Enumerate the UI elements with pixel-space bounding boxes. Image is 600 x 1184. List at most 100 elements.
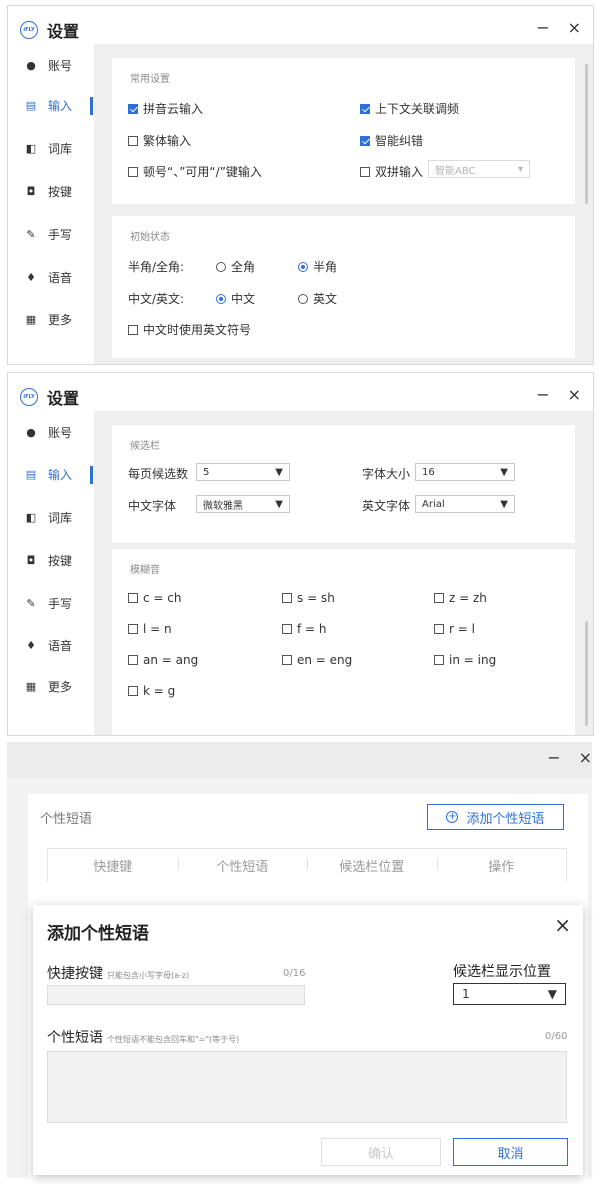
fuzzy-option-checkbox[interactable]: an = ang	[128, 653, 198, 667]
fuzzy-option-checkbox[interactable]: z = zh	[434, 591, 487, 605]
sidebar-item-handwriting[interactable]: ✎ 手写	[24, 595, 72, 612]
cancel-button[interactable]: 取消	[453, 1138, 568, 1166]
checkbox-icon	[434, 624, 444, 634]
select-value: Arial	[422, 498, 445, 510]
person-icon: ●	[26, 59, 36, 72]
font-size-select[interactable]: 16 ▼	[415, 463, 515, 481]
shortcut-input[interactable]	[47, 985, 305, 1005]
sidebar-item-input[interactable]: ▤ 输入	[24, 466, 72, 483]
sidebar-item-more[interactable]: ▦ 更多	[24, 678, 72, 695]
radio-label: 半角	[313, 260, 338, 274]
active-indicator	[90, 466, 93, 484]
cn-font-select[interactable]: 微软雅黑 ▼	[196, 495, 290, 513]
select-value: 智能ABC	[435, 165, 476, 177]
checkbox-icon	[360, 166, 370, 177]
sidebar-item-label: 词库	[48, 142, 73, 156]
sidebar-item-voice[interactable]: ♦ 语音	[24, 637, 72, 654]
minimize-button[interactable]: −	[536, 18, 549, 37]
scrollbar[interactable]	[585, 64, 588, 204]
section-title: 常用设置	[130, 74, 170, 85]
full-width-radio[interactable]: 全角	[216, 258, 255, 275]
person-icon: ●	[26, 426, 36, 439]
fuzzy-option-checkbox[interactable]: f = h	[282, 622, 327, 636]
common-settings-card: 常用设置 拼音云输入 上下文关联调频 繁体输入 智能纠错 顿号“、”可用“/”键…	[112, 58, 575, 204]
pen-icon: ✎	[26, 228, 36, 241]
dictionary-icon: ◧	[25, 511, 37, 524]
shortcut-hint: 只能包含小写字母(a-z)	[107, 971, 190, 980]
minimize-button[interactable]: −	[547, 748, 560, 767]
checkbox-icon	[434, 655, 444, 665]
traditional-checkbox[interactable]: 繁体输入	[128, 132, 191, 149]
pinyin-cloud-checkbox[interactable]: 拼音云输入	[128, 100, 203, 117]
lang-label: 中文/英文:	[128, 292, 185, 306]
checkbox-label: 智能纠错	[375, 134, 424, 148]
fuzzy-option-checkbox[interactable]: r = l	[434, 622, 475, 636]
smart-correct-checkbox[interactable]: 智能纠错	[360, 132, 423, 149]
sidebar-item-label: 账号	[48, 426, 73, 440]
settings-content: 常用设置 拼音云输入 上下文关联调频 繁体输入 智能纠错 顿号“、”可用“/”键…	[94, 44, 593, 364]
sidebar-item-label: 语音	[48, 639, 73, 653]
sidebar-item-input[interactable]: ▤ 输入	[24, 97, 72, 114]
chevron-down-icon: ▼	[500, 498, 508, 510]
shuangpin-scheme-select[interactable]: 智能ABC ▾	[428, 160, 530, 178]
candidate-bar-card: 候选栏 每页候选数 5 ▼ 字体大小 16 ▼ 中文字体 微软雅黑 ▼ 英文字体 Ar…	[112, 425, 575, 543]
sidebar-item-dictionary[interactable]: ◧ 词库	[24, 140, 72, 157]
chevron-down-icon: ▼	[547, 987, 557, 1001]
chinese-radio[interactable]: 中文	[216, 290, 255, 307]
chevron-down-icon: ▼	[500, 466, 508, 478]
keyboard-icon: ▤	[25, 468, 37, 481]
shuangpin-checkbox[interactable]: 双拼输入	[360, 163, 423, 180]
chevron-down-icon: ▼	[275, 498, 283, 510]
close-button[interactable]: ×	[579, 748, 592, 767]
add-phrase-dialog: 添加个性短语 × 快捷按键 只能包含小写字母(a-z) 0/16 候选栏显示位置 …	[33, 905, 583, 1175]
window-title: 设置	[47, 22, 80, 41]
per-page-select[interactable]: 5 ▼	[196, 463, 290, 481]
fuzzy-option-checkbox[interactable]: s = sh	[282, 591, 335, 605]
sidebar-item-keys[interactable]: ◘ 按键	[24, 552, 72, 569]
sidebar-item-account[interactable]: ● 账号	[24, 57, 72, 74]
initial-state-card: 初始状态 半角/全角: 全角 半角 中文/英文: 中文 英文 中文时使用英文符号	[112, 216, 575, 358]
use-en-symbols-checkbox[interactable]: 中文时使用英文符号	[128, 321, 251, 338]
sidebar-item-more[interactable]: ▦ 更多	[24, 311, 72, 328]
radio-selected-icon	[298, 261, 308, 272]
section-title: 初始状态	[130, 232, 170, 243]
sidebar-item-handwriting[interactable]: ✎ 手写	[24, 226, 72, 243]
scrollbar[interactable]	[585, 621, 588, 726]
english-radio[interactable]: 英文	[298, 290, 337, 307]
confirm-button[interactable]: 确认	[321, 1138, 441, 1166]
add-phrase-button[interactable]: + 添加个性短语	[427, 804, 564, 830]
close-button[interactable]: ×	[568, 385, 581, 404]
fuzzy-option-checkbox[interactable]: en = eng	[282, 653, 352, 667]
column-header: 候选栏位置	[307, 856, 437, 875]
checkbox-label: s = sh	[297, 591, 335, 605]
app-logo: iFLY 设置	[20, 385, 79, 409]
fuzzy-option-checkbox[interactable]: l = n	[128, 622, 172, 636]
fuzzy-option-checkbox[interactable]: c = ch	[128, 591, 181, 605]
minimize-button[interactable]: −	[536, 385, 549, 404]
checkbox-label: 拼音云输入	[143, 102, 204, 116]
sidebar-item-label: 词库	[48, 511, 73, 525]
fuzzy-option-checkbox[interactable]: k = g	[128, 684, 175, 698]
key-icon: ◘	[26, 185, 36, 198]
grid-icon: ▦	[25, 680, 37, 693]
context-freq-checkbox[interactable]: 上下文关联调频	[360, 100, 459, 117]
active-indicator	[90, 97, 93, 115]
checkbox-icon	[128, 166, 138, 177]
punct-slash-checkbox[interactable]: 顿号“、”可用“/”键输入	[128, 163, 262, 180]
en-font-select[interactable]: Arial ▼	[415, 495, 515, 513]
sidebar-item-keys[interactable]: ◘ 按键	[24, 183, 72, 200]
fuzzy-option-checkbox[interactable]: in = ing	[434, 653, 496, 667]
dialog-close-button[interactable]: ×	[554, 913, 571, 937]
ifly-logo-icon: iFLY	[20, 388, 38, 406]
half-width-radio[interactable]: 半角	[298, 258, 337, 275]
sidebar-item-voice[interactable]: ♦ 语音	[24, 269, 72, 286]
ifly-logo-icon: iFLY	[20, 21, 38, 39]
sidebar-item-account[interactable]: ● 账号	[24, 424, 72, 441]
close-button[interactable]: ×	[568, 18, 581, 37]
font-size-label: 字体大小	[362, 467, 411, 481]
position-select[interactable]: 1 ▼	[453, 983, 566, 1005]
sidebar-item-label: 按键	[48, 554, 73, 568]
sidebar-item-dictionary[interactable]: ◧ 词库	[24, 509, 72, 526]
checkbox-checked-icon	[360, 103, 370, 114]
phrase-textarea[interactable]	[47, 1051, 567, 1123]
